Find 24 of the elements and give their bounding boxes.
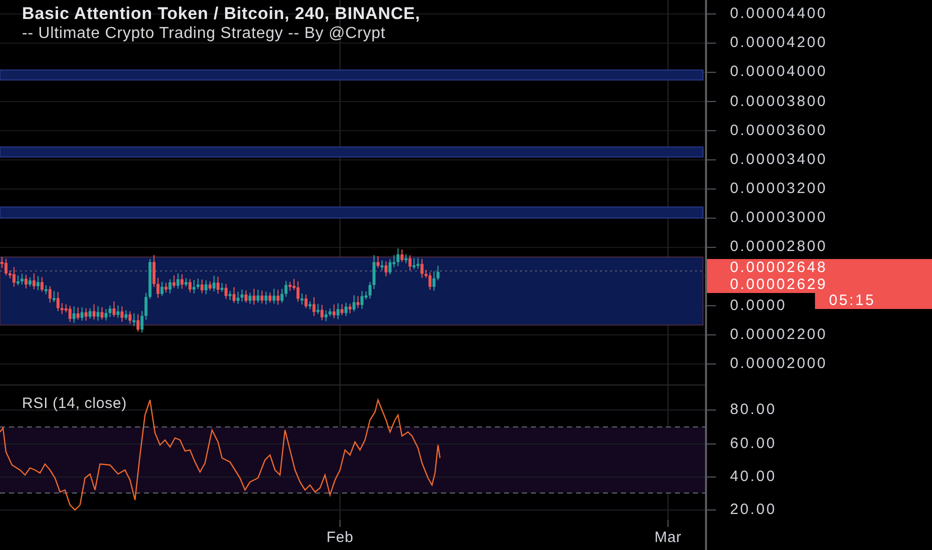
rsi-axis-label: 40.00 [730,467,777,487]
price-axis-label: 0.00003600 [730,120,828,141]
price-tag-label: 0.00002648 [729,259,828,276]
price-axis-label: 0.0000 [730,296,787,316]
countdown-tag: 05:15 [815,293,932,309]
chart-title: Basic Attention Token / Bitcoin, 240, BINANCE, [22,4,420,24]
price-axis-label: 0.00004400 [730,4,828,24]
rsi-title: RSI (14, close) [22,394,127,414]
price-axis-label: 0.00002200 [730,324,828,345]
rsi-axis-label: 20.00 [730,500,777,520]
price-axis-label: 0.00003800 [730,92,828,112]
price-axis-label: 0.00004000 [730,62,828,82]
price-axis-label: 0.00002000 [730,354,828,374]
time-axis-label: Feb [326,529,354,547]
price-tag-label: 0.00002629 [729,276,828,293]
rsi-axis-label: 60.00 [730,434,777,454]
price-axis-label: 0.00003400 [730,150,828,170]
rsi-axis-label: 80.00 [730,400,777,420]
time-axis-label: Mar [654,529,682,547]
price-axis-label: 0.00003000 [730,208,828,228]
price-axis-label: 0.00002800 [730,237,828,258]
price-axis-label: 0.00003200 [730,179,828,200]
price-axis-label: 0.00004200 [730,33,828,54]
strategy-subtitle: -- Ultimate Crypto Trading Strategy -- By @Crypt [22,24,387,44]
